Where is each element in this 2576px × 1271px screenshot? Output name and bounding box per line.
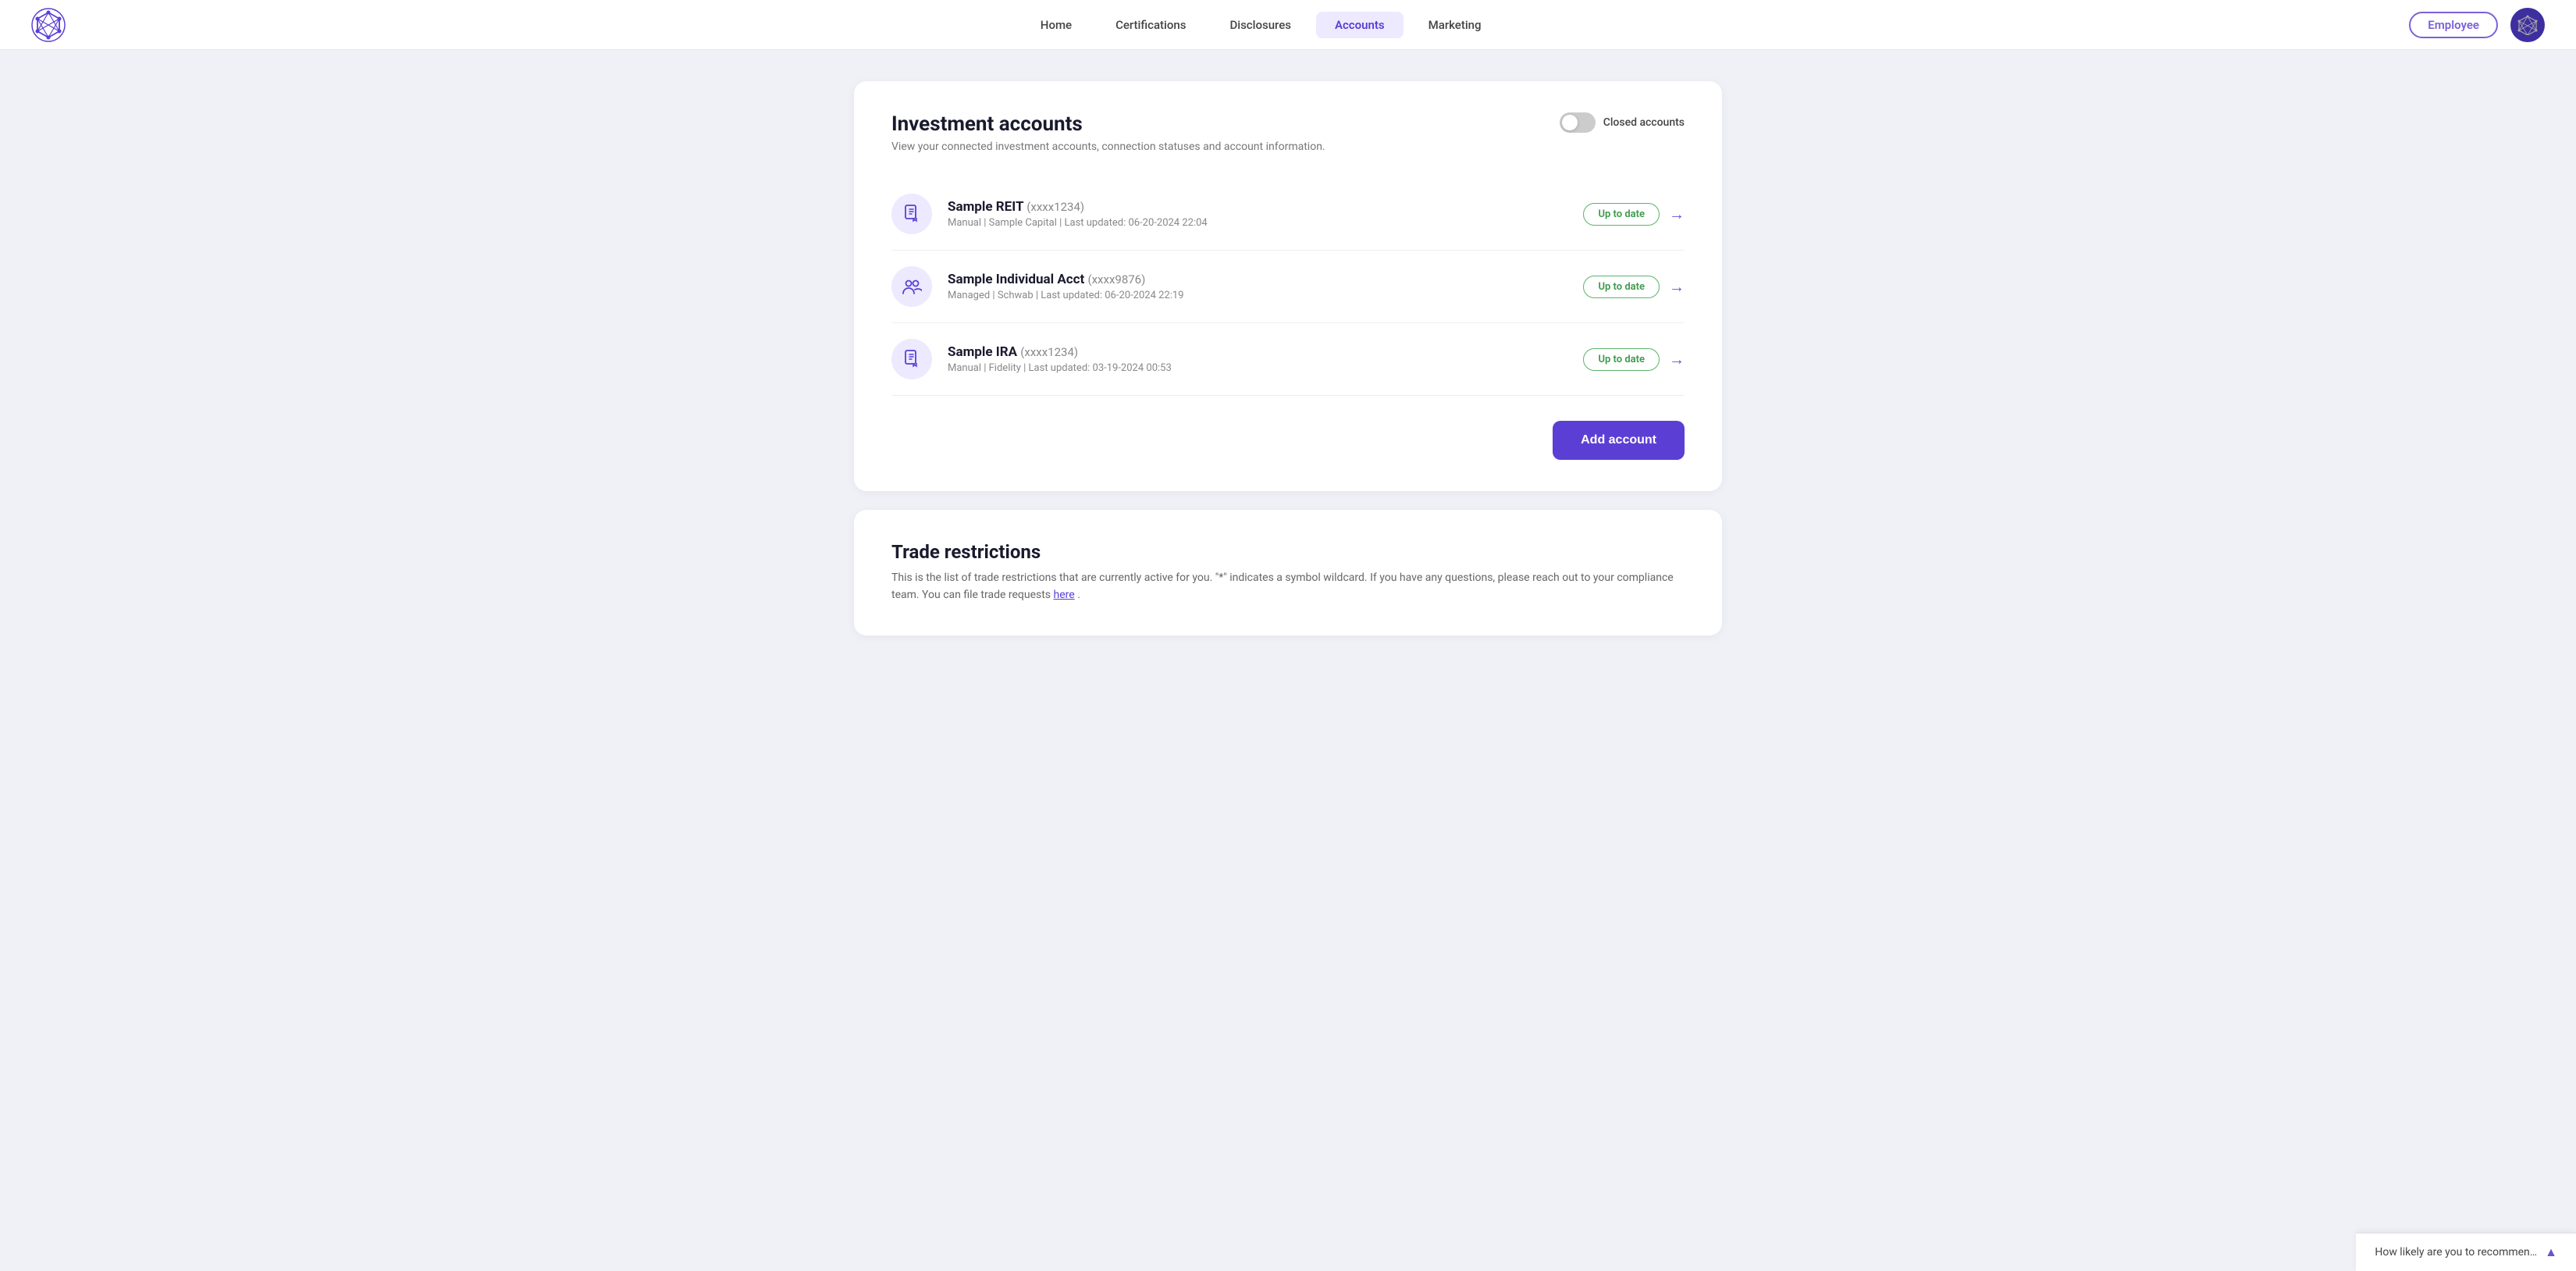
account-row: Sample Individual Acct (xxxx9876) Manage… — [891, 251, 1685, 323]
nav-certifications[interactable]: Certifications — [1097, 12, 1204, 38]
account-number-reit: (xxxx1234) — [1026, 200, 1084, 214]
account-icon-ira — [891, 339, 932, 379]
arrow-btn-individual[interactable]: → — [1669, 277, 1685, 297]
trade-restrictions-card: Trade restrictions This is the list of t… — [854, 510, 1722, 636]
account-meta-ira: Manual | Fidelity | Last updated: 03-19-… — [948, 362, 1583, 374]
arrow-btn-ira[interactable]: → — [1669, 350, 1685, 369]
nav-marketing[interactable]: Marketing — [1410, 12, 1500, 38]
employee-badge[interactable]: Employee — [2409, 12, 2498, 38]
account-row: Sample REIT (xxxx1234) Manual | Sample C… — [891, 178, 1685, 251]
closed-accounts-switch[interactable] — [1560, 112, 1596, 133]
card-header: Investment accounts View your connected … — [891, 112, 1685, 153]
account-status-ira: Up to date → — [1583, 348, 1685, 371]
trade-restrictions-title: Trade restrictions — [891, 541, 1685, 563]
status-badge-individual: Up to date — [1583, 276, 1660, 298]
closed-accounts-label: Closed accounts — [1603, 116, 1685, 129]
logo[interactable] — [31, 8, 66, 42]
account-info-reit: Sample REIT (xxxx1234) Manual | Sample C… — [948, 199, 1583, 229]
avatar[interactable] — [2510, 8, 2545, 42]
header: Home Certifications Disclosures Accounts… — [0, 0, 2576, 50]
nav-accounts[interactable]: Accounts — [1316, 12, 1404, 38]
closed-accounts-toggle[interactable]: Closed accounts — [1560, 112, 1685, 133]
chevron-up-icon[interactable]: ▲ — [2545, 1244, 2557, 1260]
account-meta-individual: Managed | Schwab | Last updated: 06-20-2… — [948, 290, 1583, 301]
account-icon-reit — [891, 194, 932, 234]
account-status-reit: Up to date → — [1583, 203, 1685, 226]
trade-restrictions-link[interactable]: here — [1054, 589, 1075, 601]
account-number-ira: (xxxx1234) — [1020, 345, 1078, 359]
investment-accounts-card: Investment accounts View your connected … — [854, 81, 1722, 491]
account-number-individual: (xxxx9876) — [1087, 272, 1145, 287]
account-name-ira: Sample IRA (xxxx1234) — [948, 344, 1583, 360]
account-icon-individual — [891, 266, 932, 307]
add-account-row: Add account — [891, 421, 1685, 460]
trade-restrictions-subtitle: This is the list of trade restrictions t… — [891, 569, 1685, 604]
feedback-text: How likely are you to recommen… — [2375, 1246, 2537, 1259]
arrow-btn-reit[interactable]: → — [1669, 205, 1685, 224]
main-content: Investment accounts View your connected … — [835, 50, 1741, 717]
account-name-reit: Sample REIT (xxxx1234) — [948, 199, 1583, 215]
account-info-individual: Sample Individual Acct (xxxx9876) Manage… — [948, 272, 1583, 301]
status-badge-reit: Up to date — [1583, 203, 1660, 226]
account-row: Sample IRA (xxxx1234) Manual | Fidelity … — [891, 323, 1685, 396]
nav-home[interactable]: Home — [1022, 12, 1091, 38]
status-badge-ira: Up to date — [1583, 348, 1660, 371]
add-account-button[interactable]: Add account — [1553, 421, 1685, 460]
account-info-ira: Sample IRA (xxxx1234) Manual | Fidelity … — [948, 344, 1583, 374]
account-status-individual: Up to date → — [1583, 276, 1685, 298]
feedback-bar: How likely are you to recommen… ▲ — [2356, 1233, 2576, 1271]
card-subtitle: View your connected investment accounts,… — [891, 141, 1325, 153]
main-nav: Home Certifications Disclosures Accounts… — [112, 12, 2409, 38]
header-right: Employee — [2409, 8, 2545, 42]
account-meta-reit: Manual | Sample Capital | Last updated: … — [948, 217, 1583, 229]
card-title-section: Investment accounts View your connected … — [891, 112, 1325, 153]
card-title: Investment accounts — [891, 112, 1325, 136]
account-name-individual: Sample Individual Acct (xxxx9876) — [948, 272, 1583, 287]
nav-disclosures[interactable]: Disclosures — [1211, 12, 1309, 38]
toggle-knob — [1562, 115, 1578, 130]
